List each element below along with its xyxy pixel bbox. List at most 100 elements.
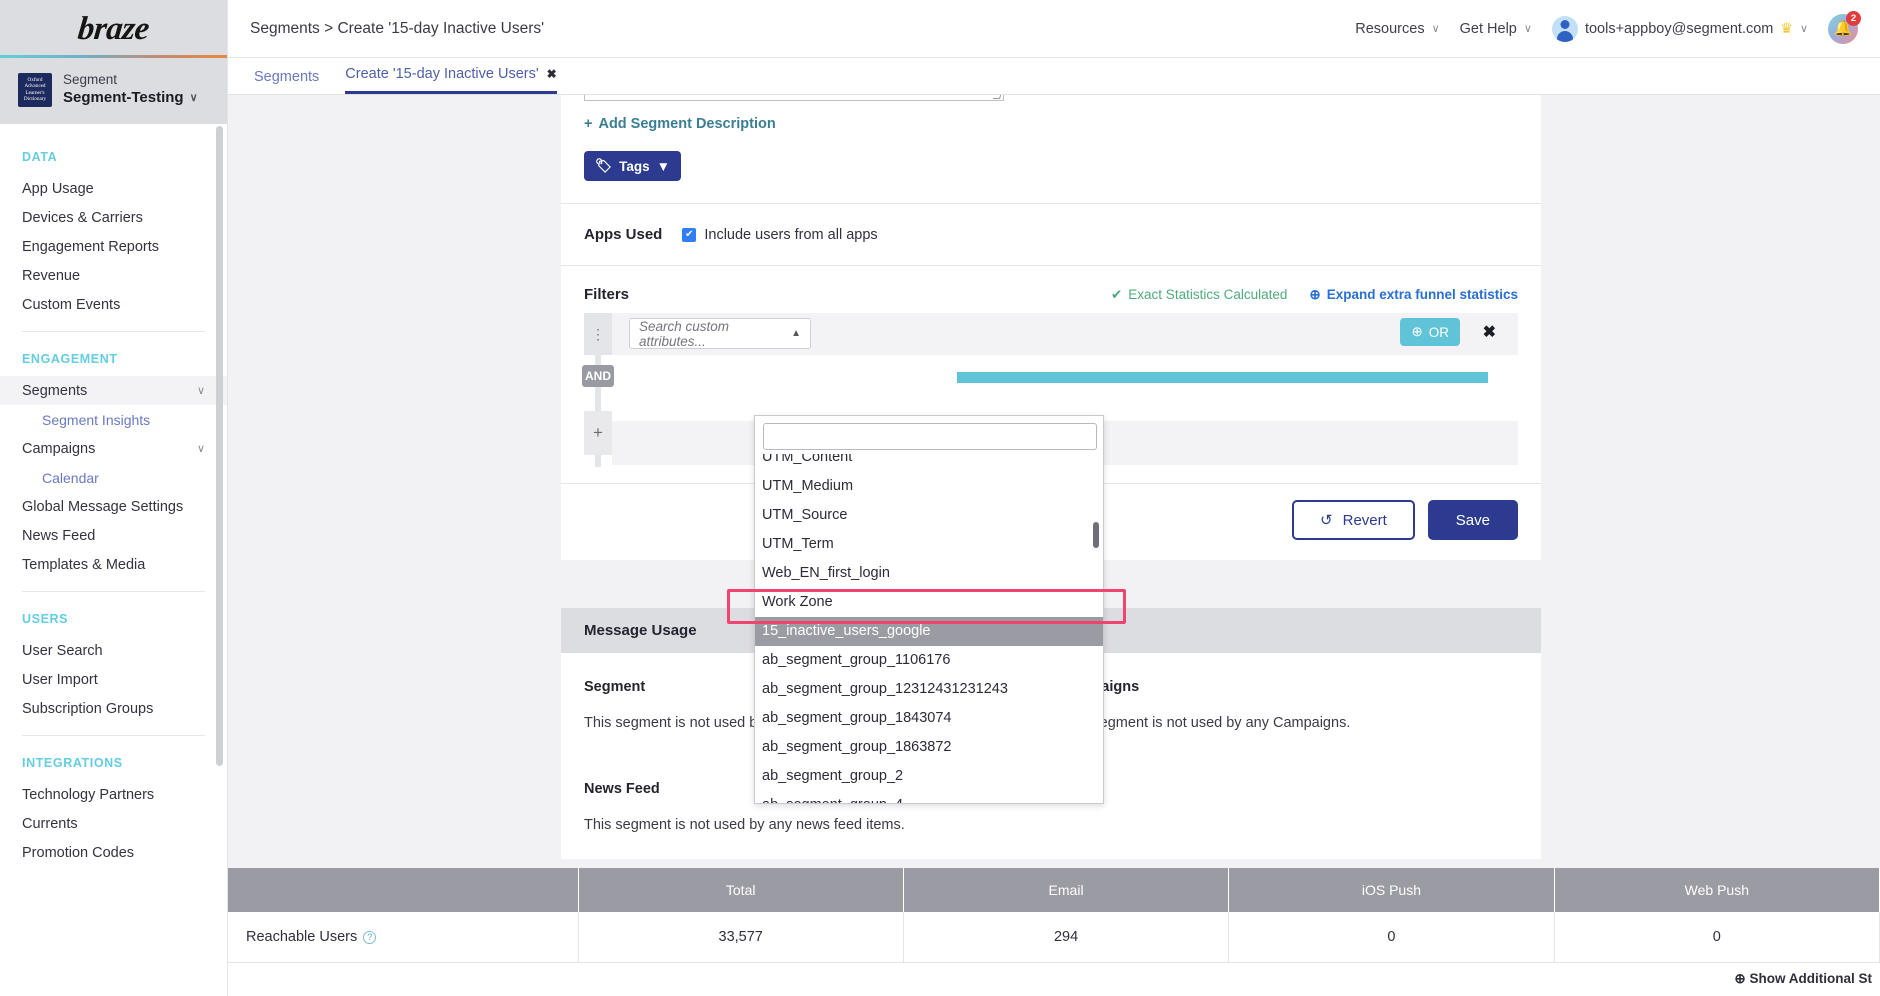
sidebar-item-global-message-settings[interactable]: Global Message Settings	[0, 492, 227, 521]
sidebar-item-app-usage[interactable]: App Usage	[0, 174, 227, 203]
include-all-apps-checkbox[interactable]: ✔ Include users from all apps	[682, 227, 877, 243]
sidebar-item-devices-carriers[interactable]: Devices & Carriers	[0, 203, 227, 232]
dropdown-option[interactable]: ab_segment_group_12312431231243	[755, 675, 1103, 704]
sidebar-item-templates-media[interactable]: Templates & Media	[0, 550, 227, 579]
brand-gradient-rule	[0, 55, 227, 58]
notifications-button[interactable]: 🔔 2	[1828, 14, 1858, 44]
add-segment-description-label: Add Segment Description	[598, 116, 775, 132]
dropdown-option[interactable]: Web_EN_first_login	[755, 559, 1103, 588]
segment-description-textarea[interactable]	[584, 95, 1004, 101]
save-button[interactable]: Save	[1428, 500, 1518, 540]
user-account-menu[interactable]: tools+appboy@segment.com ♛ ∨	[1552, 16, 1808, 42]
cell-total: 33,577	[578, 912, 903, 963]
sidebar-item-currents[interactable]: Currents	[0, 809, 227, 838]
resize-grip-icon[interactable]	[993, 95, 1002, 99]
sidebar-item-subscription-groups[interactable]: Subscription Groups	[0, 694, 227, 723]
close-icon[interactable]: ✖	[547, 67, 557, 81]
dropdown-option[interactable]: ab_segment_group_1863872	[755, 733, 1103, 762]
dropdown-scrollbar[interactable]	[1093, 522, 1099, 548]
tab-segments[interactable]: Segments	[254, 69, 319, 94]
row-label-cell: Reachable Users?	[228, 912, 578, 963]
drag-handle-icon[interactable]: ⋮	[584, 313, 612, 355]
tab-create-segment[interactable]: Create '15-day Inactive Users' ✖	[345, 66, 556, 94]
sidebar-scrollbar[interactable]	[216, 126, 223, 766]
dropdown-option[interactable]: ab_segment_group_1106176	[755, 646, 1103, 675]
plus-circle-icon: ⊕	[1411, 324, 1422, 340]
sidebar-item-calendar[interactable]: Calendar	[0, 463, 227, 492]
sidebar-item-label: User Search	[22, 643, 103, 659]
campaign-usage-heading: Campaigns	[1061, 679, 1501, 695]
sidebar-item-promotion-codes[interactable]: Promotion Codes	[0, 838, 227, 867]
info-icon[interactable]: ?	[363, 931, 376, 944]
add-filter-button[interactable]: +	[584, 411, 612, 455]
top-bar: Segments > Create '15-day Inactive Users…	[228, 0, 1880, 58]
chevron-down-icon[interactable]: ∨	[190, 92, 198, 106]
dropdown-option[interactable]: UTM_Source	[755, 501, 1103, 530]
workspace-name-label: Segment-Testing	[63, 89, 184, 108]
chevron-down-icon: ∨	[1432, 22, 1440, 35]
plus-circle-icon: ⊕	[1309, 287, 1320, 303]
sidebar-item-technology-partners[interactable]: Technology Partners	[0, 780, 227, 809]
sidebar-item-label: Custom Events	[22, 297, 120, 313]
braze-dashboard: braze Oxford Advanced Learner's Dictiona…	[0, 0, 1880, 996]
chevron-down-icon[interactable]: ∨	[197, 442, 205, 455]
workspace-switcher[interactable]: Oxford Advanced Learner's Dictionary Seg…	[0, 58, 227, 124]
chevron-down-icon: ∨	[1524, 22, 1532, 35]
sidebar-item-label: Devices & Carriers	[22, 210, 143, 226]
dropdown-option[interactable]: Work Zone	[755, 588, 1103, 617]
revert-button[interactable]: ↺ Revert	[1292, 500, 1415, 540]
exact-statistics-status: ✔ Exact Statistics Calculated	[1111, 287, 1287, 303]
workspace-name: Segment-Testing ∨	[63, 89, 198, 108]
sidebar-item-news-feed[interactable]: News Feed	[0, 521, 227, 550]
expand-funnel-statistics-link[interactable]: ⊕ Expand extra funnel statistics	[1309, 287, 1518, 303]
dropdown-option[interactable]: ab_segment_group_1843074	[755, 704, 1103, 733]
filter-row: ⋮ Search custom attributes... ▲ ⊕ OR ✖	[584, 313, 1518, 355]
and-operator-chip[interactable]: AND	[582, 365, 614, 387]
add-or-condition-button[interactable]: ⊕ OR	[1400, 318, 1460, 346]
dropdown-option[interactable]: ab_segment_group_2	[755, 762, 1103, 791]
tag-icon: 🏷	[595, 158, 612, 174]
tags-button[interactable]: 🏷 Tags ▼	[584, 151, 681, 181]
dropdown-search-input[interactable]	[763, 423, 1097, 450]
sidebar-item-segment-insights[interactable]: Segment Insights	[0, 405, 227, 434]
table-row: Reachable Users? 33,577 294 0 0	[228, 912, 1880, 963]
chevron-down-icon[interactable]: ∨	[197, 384, 205, 397]
sidebar-item-segments[interactable]: Segments ∨	[0, 376, 227, 405]
sidebar-item-label: Currents	[22, 816, 78, 832]
add-segment-description-button[interactable]: + Add Segment Description	[584, 116, 776, 132]
sidebar-item-user-search[interactable]: User Search	[0, 636, 227, 665]
brand-logo[interactable]: braze	[0, 0, 227, 58]
nav-group-data: DATA	[0, 142, 227, 174]
workspace-logo-icon: Oxford Advanced Learner's Dictionary	[18, 73, 52, 107]
dropdown-option[interactable]: UTM_Term	[755, 530, 1103, 559]
sidebar-item-label: User Import	[22, 672, 98, 688]
resources-menu[interactable]: Resources ∨	[1355, 21, 1439, 37]
sidebar-item-label: Templates & Media	[22, 557, 145, 573]
revert-icon: ↺	[1320, 511, 1333, 529]
apps-used-label: Apps Used	[584, 226, 662, 243]
dropdown-option-list[interactable]: UTM_Content UTM_Medium UTM_Source UTM_Te…	[755, 454, 1103, 803]
tab-label: Segments	[254, 69, 319, 85]
sidebar-item-label: Campaigns	[22, 441, 95, 457]
dropdown-option[interactable]: UTM_Content	[755, 454, 1103, 472]
cell-email: 294	[903, 912, 1228, 963]
dropdown-option[interactable]: ab_segment_group_4	[755, 791, 1103, 803]
nav-group-users: USERS	[0, 604, 227, 636]
breadcrumb: Segments > Create '15-day Inactive Users…	[250, 20, 544, 38]
sidebar-item-custom-events[interactable]: Custom Events	[0, 290, 227, 319]
chevron-down-icon: ∨	[1800, 22, 1808, 35]
workspace-type-label: Segment	[63, 72, 198, 89]
revert-label: Revert	[1343, 512, 1387, 529]
sidebar-item-campaigns[interactable]: Campaigns ∨	[0, 434, 227, 463]
custom-attribute-select[interactable]: Search custom attributes... ▲	[629, 318, 811, 349]
show-additional-statistics-link[interactable]: ⊕ Show Additional St	[228, 963, 1880, 996]
sidebar-item-revenue[interactable]: Revenue	[0, 261, 227, 290]
resources-label: Resources	[1355, 21, 1424, 37]
sidebar-item-engagement-reports[interactable]: Engagement Reports	[0, 232, 227, 261]
include-all-apps-label: Include users from all apps	[704, 227, 877, 243]
remove-filter-button[interactable]: ✖	[1483, 322, 1496, 342]
dropdown-option-selected[interactable]: 15_inactive_users_google	[755, 617, 1103, 646]
dropdown-option[interactable]: UTM_Medium	[755, 472, 1103, 501]
sidebar-item-user-import[interactable]: User Import	[0, 665, 227, 694]
get-help-menu[interactable]: Get Help ∨	[1460, 21, 1532, 37]
